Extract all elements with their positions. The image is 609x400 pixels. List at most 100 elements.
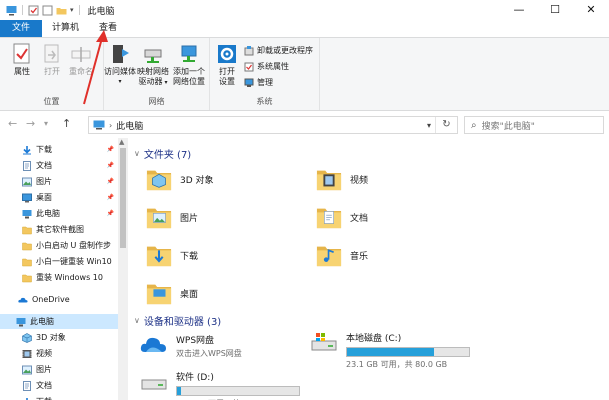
folders-section-header[interactable]: ∨ 文件夹 (7) (134, 146, 191, 161)
wps-cloud-icon (140, 333, 168, 359)
back-arrow-icon[interactable]: ← (8, 117, 17, 130)
computer-icon (6, 5, 17, 15)
devices-header-label: 设备和驱动器 (3) (143, 317, 222, 328)
folder-label: 3D 对象 (180, 175, 214, 186)
scroll-up-icon[interactable]: ▲ (119, 138, 124, 146)
sidebar-item[interactable]: 桌面 📌 (0, 190, 118, 205)
chevron-down-icon[interactable]: ▾ (427, 121, 431, 130)
red-arrow-annotation (83, 30, 108, 105)
drive-usage-bar (176, 386, 300, 396)
customize-dropdown-icon[interactable]: ▾ (70, 6, 74, 14)
breadcrumb-separator-icon: › (109, 120, 113, 130)
sidebar-item[interactable]: 重装 Windows 10 (0, 270, 118, 285)
sidebar-item[interactable]: 文档 📌 (0, 158, 118, 173)
open-label: 打开 (44, 67, 60, 76)
system-properties-button[interactable]: 系统属性 (244, 61, 289, 72)
add-location-label-1: 添加一个 (173, 67, 205, 76)
devices-section-header[interactable]: ∨ 设备和驱动器 (3) (134, 313, 221, 328)
scrollbar-thumb[interactable] (120, 148, 126, 248)
sidebar-item-label: 3D 对象 (36, 333, 66, 342)
sidebar-item[interactable]: 此电脑 (0, 314, 118, 329)
system-properties-label: 系统属性 (257, 62, 289, 71)
tab-file[interactable]: 文件 (0, 20, 43, 37)
recent-chevron-icon[interactable]: ▾ (44, 119, 48, 128)
properties-button[interactable]: 属性 (8, 43, 36, 77)
computer-icon (16, 317, 26, 327)
maximize-button[interactable]: ☐ (537, 0, 573, 20)
uninstall-label: 卸载或更改程序 (257, 46, 313, 55)
drive-name: 软件 (D:) (176, 373, 214, 383)
sidebar-item[interactable]: 下载 📌 (0, 142, 118, 157)
properties-check-icon[interactable] (28, 5, 39, 16)
open-button[interactable]: 打开 (38, 43, 66, 77)
folder-label: 文档 (350, 213, 369, 224)
add-network-location-button[interactable]: 添加一个 网络位置 (170, 43, 208, 87)
drive-usage-bar (346, 347, 470, 357)
ribbon-group-network: 访问媒体 ▾ 映射网络 驱动器 ▾ 添加一个 网络位置 网络 (104, 38, 210, 110)
sidebar-item[interactable]: 小白一键重装 Win10 (0, 254, 118, 269)
folders-header-label: 文件夹 (7) (143, 150, 192, 161)
drive-item[interactable]: WPS网盘 双击进入WPS网盘 (140, 333, 242, 359)
gear-icon (218, 45, 236, 63)
music-folder-icon (316, 242, 342, 268)
pin-icon: 📌 (106, 162, 114, 169)
video-folder-icon (316, 166, 342, 192)
nav-scrollbar[interactable]: ▲ (118, 138, 128, 400)
folder-item[interactable]: 视频 (316, 166, 368, 192)
new-folder-icon[interactable] (42, 5, 53, 16)
folder-item[interactable]: 音乐 (316, 242, 368, 268)
picture-icon (22, 177, 32, 187)
map-network-drive-button[interactable]: 映射网络 驱动器 ▾ (136, 43, 170, 88)
onedrive-cloud-icon (18, 295, 28, 305)
folder-item[interactable]: 下载 (146, 242, 198, 268)
forward-arrow-icon[interactable]: → (26, 117, 35, 130)
folder-item[interactable]: 文档 (316, 204, 368, 230)
sidebar-item[interactable]: 图片 (0, 362, 118, 377)
pin-icon: 📌 (106, 146, 114, 153)
search-icon: ⌕ (471, 119, 477, 131)
folder-item[interactable]: 桌面 (146, 280, 198, 306)
document-icon (22, 160, 32, 171)
sidebar-item[interactable]: 视频 (0, 346, 118, 361)
sidebar-item[interactable]: 小白启动 U 盘制作步 (0, 238, 118, 253)
document-icon (22, 380, 32, 391)
open-settings-label-2: 设置 (219, 77, 235, 86)
sidebar-item-label: 下载 (36, 396, 52, 400)
drive-subtext: 双击进入WPS网盘 (176, 349, 242, 358)
sidebar-item-label: 此电脑 (36, 209, 60, 218)
breadcrumb[interactable]: 此电脑 (116, 119, 143, 132)
sidebar-item[interactable]: 3D 对象 (0, 330, 118, 345)
sidebar-item[interactable]: 其它软件截图 (0, 222, 118, 237)
3d-object-folder-icon (146, 166, 172, 192)
sidebar-item-label: 小白启动 U 盘制作步 (36, 241, 111, 250)
close-button[interactable]: ✕ (573, 0, 609, 20)
up-arrow-icon[interactable]: ↑ (62, 117, 71, 130)
sidebar-item[interactable]: 文档 (0, 378, 118, 393)
sidebar-item[interactable]: 图片 📌 (0, 174, 118, 189)
folder-icon[interactable] (56, 5, 67, 16)
sidebar-item-label: 图片 (36, 177, 52, 186)
chevron-down-icon[interactable]: ∨ (134, 316, 140, 325)
add-location-label-2: 网络位置 (173, 77, 205, 86)
search-input[interactable]: ⌕ 搜索"此电脑" (464, 116, 604, 134)
manage-button[interactable]: 管理 (244, 77, 273, 88)
drive-item[interactable]: 软件 (D:)154 GB 可用，共 158 GB (140, 370, 300, 400)
sidebar-item[interactable]: 此电脑 📌 (0, 206, 118, 221)
pin-icon: 📌 (106, 210, 114, 217)
folder-item[interactable]: 图片 (146, 204, 198, 230)
address-bar[interactable]: › 此电脑 ▾ ↻ (88, 116, 458, 134)
manage-label: 管理 (257, 78, 273, 87)
ribbon-group-label: 系统 (256, 97, 273, 106)
refresh-icon[interactable]: ↻ (435, 117, 457, 133)
chevron-down-icon[interactable]: ∨ (134, 149, 140, 158)
minimize-button[interactable]: — (501, 0, 537, 20)
folder-item[interactable]: 3D 对象 (146, 166, 214, 192)
3d-object-icon (22, 332, 32, 343)
drive-name: 本地磁盘 (C:) (346, 334, 402, 344)
drive-item[interactable]: 本地磁盘 (C:) 23.1 GB 可用，共 80.0 GB (310, 331, 470, 370)
open-settings-button[interactable]: 打开 设置 (214, 43, 240, 87)
sidebar-item[interactable]: 下载 (0, 394, 118, 400)
sidebar-item[interactable]: OneDrive (0, 292, 118, 307)
uninstall-program-button[interactable]: 卸载或更改程序 (244, 45, 313, 56)
map-drive-label-1: 映射网络 (137, 67, 169, 76)
